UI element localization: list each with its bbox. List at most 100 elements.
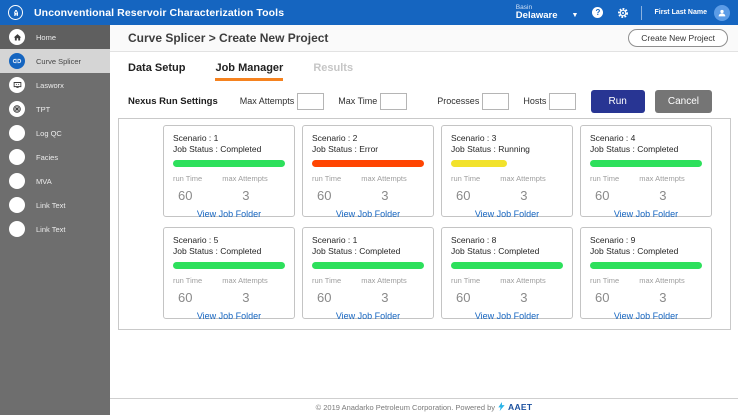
dial-icon bbox=[9, 101, 25, 117]
processes-field: Processes bbox=[437, 93, 509, 110]
user-avatar[interactable] bbox=[714, 5, 730, 21]
sidebar-item-label: Curve Splicer bbox=[36, 57, 81, 66]
blank-circle-icon bbox=[9, 173, 25, 189]
job-status-label: Job Status : Completed bbox=[451, 246, 563, 257]
app-bar: Unconventional Reservoir Characterizatio… bbox=[0, 0, 738, 25]
sidebar-item-link-text-2[interactable]: Link Text bbox=[0, 217, 110, 241]
run-time-label: run Time bbox=[312, 174, 361, 183]
max-time-input[interactable] bbox=[380, 93, 407, 110]
tab-job-manager[interactable]: Job Manager bbox=[215, 62, 283, 81]
sidebar-item-home[interactable]: Home bbox=[0, 25, 110, 49]
max-attempts-label: max Attempts bbox=[639, 276, 702, 285]
max-attempts-value: 3 bbox=[222, 290, 285, 305]
sidebar-item-curve-splicer[interactable]: Curve Splicer bbox=[0, 49, 110, 73]
blank-circle-icon bbox=[9, 221, 25, 237]
sidebar-item-tpt[interactable]: TPT bbox=[0, 97, 110, 121]
max-attempts-value: 3 bbox=[500, 290, 563, 305]
app-title: Unconventional Reservoir Characterizatio… bbox=[34, 7, 284, 19]
sidebar-item-log-qc[interactable]: Log QC bbox=[0, 121, 110, 145]
sidebar-item-label: Link Text bbox=[36, 201, 65, 210]
job-progress-bar bbox=[173, 262, 285, 269]
view-job-folder-link[interactable]: View Job Folder bbox=[173, 311, 285, 321]
max-attempts-value: 3 bbox=[361, 188, 424, 203]
max-attempts-value: 3 bbox=[500, 188, 563, 203]
scenario-label: Scenario : 9 bbox=[590, 235, 702, 246]
max-time-label: Max Time bbox=[338, 96, 377, 106]
hosts-label: Hosts bbox=[523, 96, 546, 106]
view-job-folder-link[interactable]: View Job Folder bbox=[312, 311, 424, 321]
link-icon bbox=[9, 53, 25, 69]
sidebar-item-mva[interactable]: MVA bbox=[0, 169, 110, 193]
job-status-label: Job Status : Completed bbox=[312, 246, 424, 257]
job-card: Scenario : 8 Job Status : Completed run … bbox=[441, 227, 573, 319]
job-status-label: Job Status : Completed bbox=[173, 246, 285, 257]
blank-circle-icon bbox=[9, 197, 25, 213]
app-logo-icon bbox=[8, 5, 23, 20]
sidebar-item-label: Log QC bbox=[36, 129, 62, 138]
scenario-label: Scenario : 4 bbox=[590, 133, 702, 144]
job-status-label: Job Status : Completed bbox=[590, 246, 702, 257]
view-job-folder-link[interactable]: View Job Folder bbox=[590, 311, 702, 321]
run-time-value: 60 bbox=[451, 188, 500, 203]
sidebar: Home Curve Splicer Lasworx TPT Log QC Fa… bbox=[0, 25, 110, 415]
job-card: Scenario : 3 Job Status : Running run Ti… bbox=[441, 125, 573, 217]
main-content: Curve Splicer > Create New Project Creat… bbox=[110, 25, 738, 415]
sidebar-item-lasworx[interactable]: Lasworx bbox=[0, 73, 110, 97]
max-attempts-value: 3 bbox=[639, 188, 702, 203]
hosts-input[interactable] bbox=[549, 93, 576, 110]
run-time-label: run Time bbox=[173, 174, 222, 183]
job-progress-bar bbox=[451, 262, 563, 269]
job-status-label: Job Status : Completed bbox=[590, 144, 702, 155]
scenario-label: Scenario : 3 bbox=[451, 133, 563, 144]
settings-gear-icon[interactable] bbox=[617, 7, 629, 19]
job-card: Scenario : 1 Job Status : Completed run … bbox=[302, 227, 434, 319]
max-attempts-label: max Attempts bbox=[361, 276, 424, 285]
sidebar-item-facies[interactable]: Facies bbox=[0, 145, 110, 169]
scenario-label: Scenario : 1 bbox=[312, 235, 424, 246]
create-new-project-button[interactable]: Create New Project bbox=[628, 29, 728, 47]
sidebar-item-link-text-1[interactable]: Link Text bbox=[0, 193, 110, 217]
bolt-icon bbox=[498, 402, 505, 413]
job-status-label: Job Status : Error bbox=[312, 144, 424, 155]
sidebar-item-label: Facies bbox=[36, 153, 58, 162]
job-progress-bar bbox=[590, 262, 702, 269]
run-time-value: 60 bbox=[590, 290, 639, 305]
job-progress-bar bbox=[590, 160, 702, 167]
tab-bar: Data Setup Job Manager Results bbox=[110, 52, 738, 81]
processes-input[interactable] bbox=[482, 93, 509, 110]
tab-data-setup[interactable]: Data Setup bbox=[128, 62, 185, 81]
max-attempts-label: max Attempts bbox=[500, 276, 563, 285]
appbar-divider bbox=[641, 6, 642, 20]
job-progress-bar bbox=[451, 160, 507, 167]
view-job-folder-link[interactable]: View Job Folder bbox=[173, 209, 285, 219]
basin-value: Delaware bbox=[516, 11, 558, 21]
run-button[interactable]: Run bbox=[591, 90, 645, 113]
run-time-value: 60 bbox=[451, 290, 500, 305]
max-attempts-input[interactable] bbox=[297, 93, 324, 110]
sidebar-item-label: Link Text bbox=[36, 225, 65, 234]
job-card: Scenario : 5 Job Status : Completed run … bbox=[163, 227, 295, 319]
nexus-run-settings: Nexus Run Settings Max Attempts Max Time… bbox=[110, 90, 738, 112]
monitor-icon bbox=[9, 77, 25, 93]
run-time-label: run Time bbox=[590, 174, 639, 183]
cancel-button[interactable]: Cancel bbox=[655, 90, 712, 113]
view-job-folder-link[interactable]: View Job Folder bbox=[451, 311, 563, 321]
max-attempts-field: Max Attempts bbox=[240, 93, 325, 110]
tab-results[interactable]: Results bbox=[313, 62, 353, 81]
view-job-folder-link[interactable]: View Job Folder bbox=[590, 209, 702, 219]
footer: © 2019 Anadarko Petroleum Corporation. P… bbox=[110, 398, 738, 415]
run-time-label: run Time bbox=[451, 276, 500, 285]
basin-selector[interactable]: Basin Delaware ▼ bbox=[516, 4, 579, 22]
view-job-folder-link[interactable]: View Job Folder bbox=[312, 209, 424, 219]
scenario-label: Scenario : 8 bbox=[451, 235, 563, 246]
help-icon[interactable]: ? bbox=[592, 7, 603, 18]
view-job-folder-link[interactable]: View Job Folder bbox=[451, 209, 563, 219]
job-cards-panel: Scenario : 1 Job Status : Completed run … bbox=[118, 118, 731, 330]
scenario-label: Scenario : 5 bbox=[173, 235, 285, 246]
page-header: Curve Splicer > Create New Project Creat… bbox=[110, 25, 738, 52]
job-card-row: Scenario : 1 Job Status : Completed run … bbox=[163, 125, 720, 217]
sidebar-item-label: MVA bbox=[36, 177, 52, 186]
settings-title: Nexus Run Settings bbox=[128, 96, 218, 107]
user-name: First Last Name bbox=[654, 9, 707, 16]
run-time-value: 60 bbox=[173, 188, 222, 203]
